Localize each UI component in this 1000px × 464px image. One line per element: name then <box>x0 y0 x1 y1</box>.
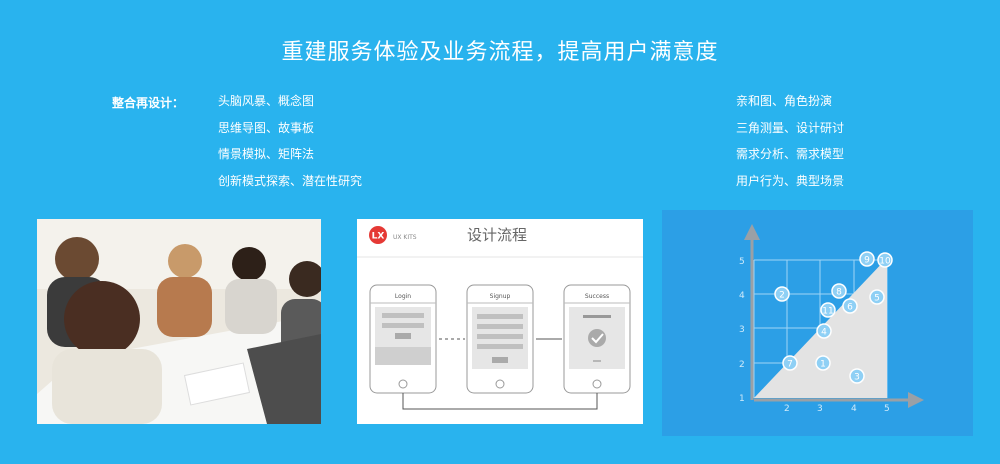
method-list-right: 亲和图、角色扮演 三角测量、设计研讨 需求分析、需求模型 用户行为、典型场景 <box>736 88 844 194</box>
method-item: 用户行为、典型场景 <box>736 173 845 188</box>
method-list-left: 头脑风暴、概念图 思维导图、故事板 情景模拟、矩阵法 创新模式探索、潜在性研究 <box>218 88 362 194</box>
data-point: 1 <box>815 355 831 371</box>
method-item: 思维导图、故事板 <box>218 120 315 135</box>
svg-text:4: 4 <box>821 328 827 338</box>
data-point: 10 <box>877 252 893 268</box>
team-meeting-photo <box>37 219 321 424</box>
section-label: 整合再设计： <box>112 96 185 110</box>
screen-label: Success <box>585 293 609 300</box>
x-tick: 5 <box>884 404 890 414</box>
y-tick: 3 <box>739 325 745 335</box>
svg-text:11: 11 <box>822 307 833 317</box>
method-item: 创新模式探索、潜在性研究 <box>218 173 363 188</box>
brand-text: UX KITS <box>393 234 417 241</box>
screen-label: Login <box>395 293 411 300</box>
data-point: 7 <box>782 355 798 371</box>
data-point: 2 <box>774 286 790 302</box>
method-item: 需求分析、需求模型 <box>736 147 845 161</box>
matrix-graph-card: 5 4 3 2 1 2 3 4 5 9 10 2 8 5 11 6 4 7 1 … <box>662 210 973 436</box>
svg-text:2: 2 <box>779 291 785 301</box>
phone-success: Success <box>563 284 631 394</box>
method-item: 情景模拟、矩阵法 <box>218 147 315 161</box>
phone-login: Login <box>369 284 437 394</box>
flow-title: 设计流程 <box>467 226 527 244</box>
x-tick: 3 <box>817 404 823 414</box>
svg-text:9: 9 <box>864 256 870 266</box>
phone-signup: Signup <box>466 284 534 394</box>
data-point: 3 <box>849 368 865 384</box>
data-point: 11 <box>820 302 836 318</box>
page-title: 重建服务体验及业务流程，提高用户满意度 <box>281 40 719 65</box>
method-item: 头脑风暴、概念图 <box>218 94 315 108</box>
data-point: 4 <box>816 323 832 339</box>
y-tick: 1 <box>739 394 745 404</box>
x-tick: 4 <box>851 404 857 414</box>
y-tick: 4 <box>739 291 745 301</box>
screen-label: Signup <box>490 293 511 300</box>
svg-text:6: 6 <box>847 303 853 313</box>
y-tick: 5 <box>739 257 745 267</box>
x-tick: 2 <box>784 404 790 414</box>
method-item: 亲和图、角色扮演 <box>736 94 833 108</box>
svg-text:1: 1 <box>820 360 826 370</box>
method-item: 三角测量、设计研讨 <box>736 120 845 135</box>
svg-text:10: 10 <box>879 257 891 267</box>
data-point: 9 <box>859 251 875 267</box>
design-flow-card: LX UX KITS 设计流程 Login Signup Success <box>357 219 643 424</box>
svg-text:7: 7 <box>787 360 793 370</box>
data-point: 5 <box>869 289 885 305</box>
y-tick: 2 <box>739 360 745 370</box>
data-point: 8 <box>831 283 847 299</box>
data-point: 6 <box>842 298 858 314</box>
logo-text: LX <box>372 232 385 242</box>
svg-text:8: 8 <box>836 288 842 298</box>
svg-text:3: 3 <box>854 373 860 383</box>
svg-text:5: 5 <box>874 294 880 304</box>
